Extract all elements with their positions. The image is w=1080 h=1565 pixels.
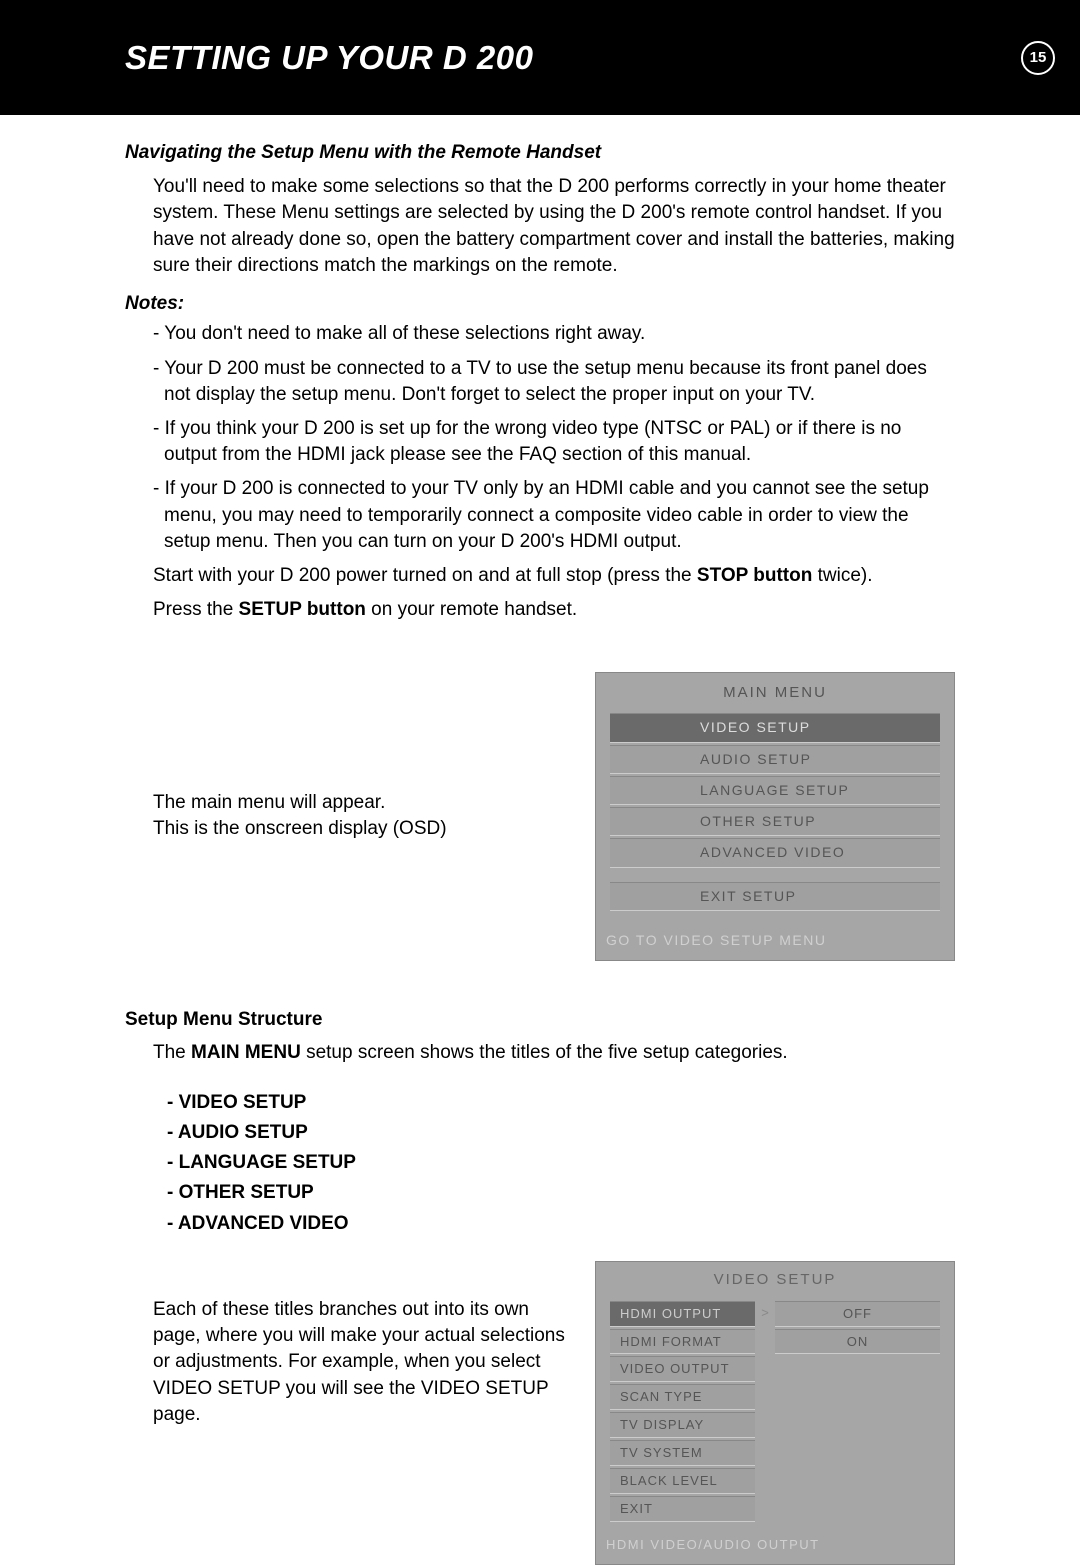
osd-row-tv-display: TV DISPLAY xyxy=(610,1412,940,1438)
text: The xyxy=(153,1042,191,1063)
osd-value xyxy=(775,1440,940,1466)
category-item: - OTHER SETUP xyxy=(167,1180,955,1206)
osd-item-other-setup: OTHER SETUP xyxy=(610,807,940,836)
text: on your remote handset. xyxy=(366,599,577,620)
main-menu-osd: MAIN MENU VIDEO SETUP AUDIO SETUP LANGUA… xyxy=(595,672,955,962)
osd-row-tv-system: TV SYSTEM xyxy=(610,1440,940,1466)
osd-row-scan-type: SCAN TYPE xyxy=(610,1384,940,1410)
structure-intro: The MAIN MENU setup screen shows the tit… xyxy=(153,1040,955,1066)
osd-item-audio-setup: AUDIO SETUP xyxy=(610,745,940,774)
spacer xyxy=(755,1468,775,1494)
osd-row: The main menu will appear. This is the o… xyxy=(125,672,955,962)
category-item: - AUDIO SETUP xyxy=(167,1120,955,1146)
osd-value xyxy=(775,1384,940,1410)
osd-label: HDMI OUTPUT xyxy=(610,1301,755,1327)
text: twice). xyxy=(812,565,872,586)
text: Start with your D 200 power turned on an… xyxy=(153,565,697,586)
osd-row-video-output: VIDEO OUTPUT xyxy=(610,1356,940,1382)
note-item: - If your D 200 is connected to your TV … xyxy=(153,476,955,555)
category-item: - ADVANCED VIDEO xyxy=(167,1211,955,1237)
osd-footer: HDMI VIDEO/AUDIO OUTPUT xyxy=(596,1524,954,1558)
spacer xyxy=(755,1329,775,1355)
osd-label: VIDEO OUTPUT xyxy=(610,1356,755,1382)
osd-intro-text: The main menu will appear. This is the o… xyxy=(153,790,565,842)
osd-value xyxy=(775,1356,940,1382)
osd-label: TV SYSTEM xyxy=(610,1440,755,1466)
note-item: - You don't need to make all of these se… xyxy=(153,321,955,347)
osd-title: VIDEO SETUP xyxy=(596,1270,954,1291)
osd-value: ON xyxy=(775,1329,940,1355)
page-title: SETTING UP YOUR D 200 xyxy=(125,39,533,77)
spacer xyxy=(755,1412,775,1438)
text: Press the xyxy=(153,599,239,620)
osd-row-hdmi-output: HDMI OUTPUT > OFF xyxy=(610,1301,940,1327)
section-heading: Navigating the Setup Menu with the Remot… xyxy=(125,140,955,166)
video-setup-osd: VIDEO SETUP HDMI OUTPUT > OFF HDMI FORMA… xyxy=(595,1261,955,1565)
osd-label: HDMI FORMAT xyxy=(610,1329,755,1355)
osd-value: OFF xyxy=(775,1301,940,1327)
osd-item-video-setup: VIDEO SETUP xyxy=(610,713,940,742)
category-item: - VIDEO SETUP xyxy=(167,1090,955,1116)
spacer xyxy=(755,1440,775,1466)
notes-label: Notes: xyxy=(125,291,955,317)
text: setup screen shows the titles of the fiv… xyxy=(301,1042,788,1063)
branches-paragraph: Each of these titles branches out into i… xyxy=(153,1261,565,1428)
osd-value xyxy=(775,1468,940,1494)
osd-row-hdmi-format: HDMI FORMAT ON xyxy=(610,1329,940,1355)
osd-title: MAIN MENU xyxy=(596,683,954,704)
osd-label: TV DISPLAY xyxy=(610,1412,755,1438)
page-number-badge: 15 xyxy=(1021,41,1055,75)
spacer xyxy=(755,1356,775,1382)
press-paragraph: Press the SETUP button on your remote ha… xyxy=(153,597,955,623)
osd-item-language-setup: LANGUAGE SETUP xyxy=(610,776,940,805)
osd-item-advanced-video: ADVANCED VIDEO xyxy=(610,838,940,867)
setup-categories-list: - VIDEO SETUP - AUDIO SETUP - LANGUAGE S… xyxy=(167,1090,955,1237)
header-band: SETTING UP YOUR D 200 15 xyxy=(0,0,1080,115)
page-content: Navigating the Setup Menu with the Remot… xyxy=(0,115,1080,1565)
setup-button-label: SETUP button xyxy=(239,599,366,620)
spacer xyxy=(755,1384,775,1410)
osd-row-black-level: BLACK LEVEL xyxy=(610,1468,940,1494)
category-item: - LANGUAGE SETUP xyxy=(167,1150,955,1176)
osd-item-exit: EXIT SETUP xyxy=(610,882,940,911)
stop-button-label: STOP button xyxy=(697,565,812,586)
text-line: This is the onscreen display (OSD) xyxy=(153,816,565,842)
start-paragraph: Start with your D 200 power turned on an… xyxy=(153,563,955,589)
osd-row-exit: EXIT xyxy=(610,1496,940,1522)
osd-label: EXIT xyxy=(610,1496,755,1522)
note-item: - Your D 200 must be connected to a TV t… xyxy=(153,356,955,408)
osd-footer: GO TO VIDEO SETUP MENU xyxy=(596,913,954,954)
text-line: The main menu will appear. xyxy=(153,790,565,816)
osd-label: BLACK LEVEL xyxy=(610,1468,755,1494)
structure-heading: Setup Menu Structure xyxy=(125,1007,955,1033)
note-item: - If you think your D 200 is set up for … xyxy=(153,416,955,468)
intro-paragraph: You'll need to make some selections so t… xyxy=(153,174,955,279)
chevron-right-icon: > xyxy=(755,1301,775,1327)
osd-label: SCAN TYPE xyxy=(610,1384,755,1410)
osd-value xyxy=(775,1496,940,1522)
video-setup-row: Each of these titles branches out into i… xyxy=(125,1261,955,1565)
spacer xyxy=(755,1496,775,1522)
main-menu-bold: MAIN MENU xyxy=(191,1042,301,1063)
osd-value xyxy=(775,1412,940,1438)
